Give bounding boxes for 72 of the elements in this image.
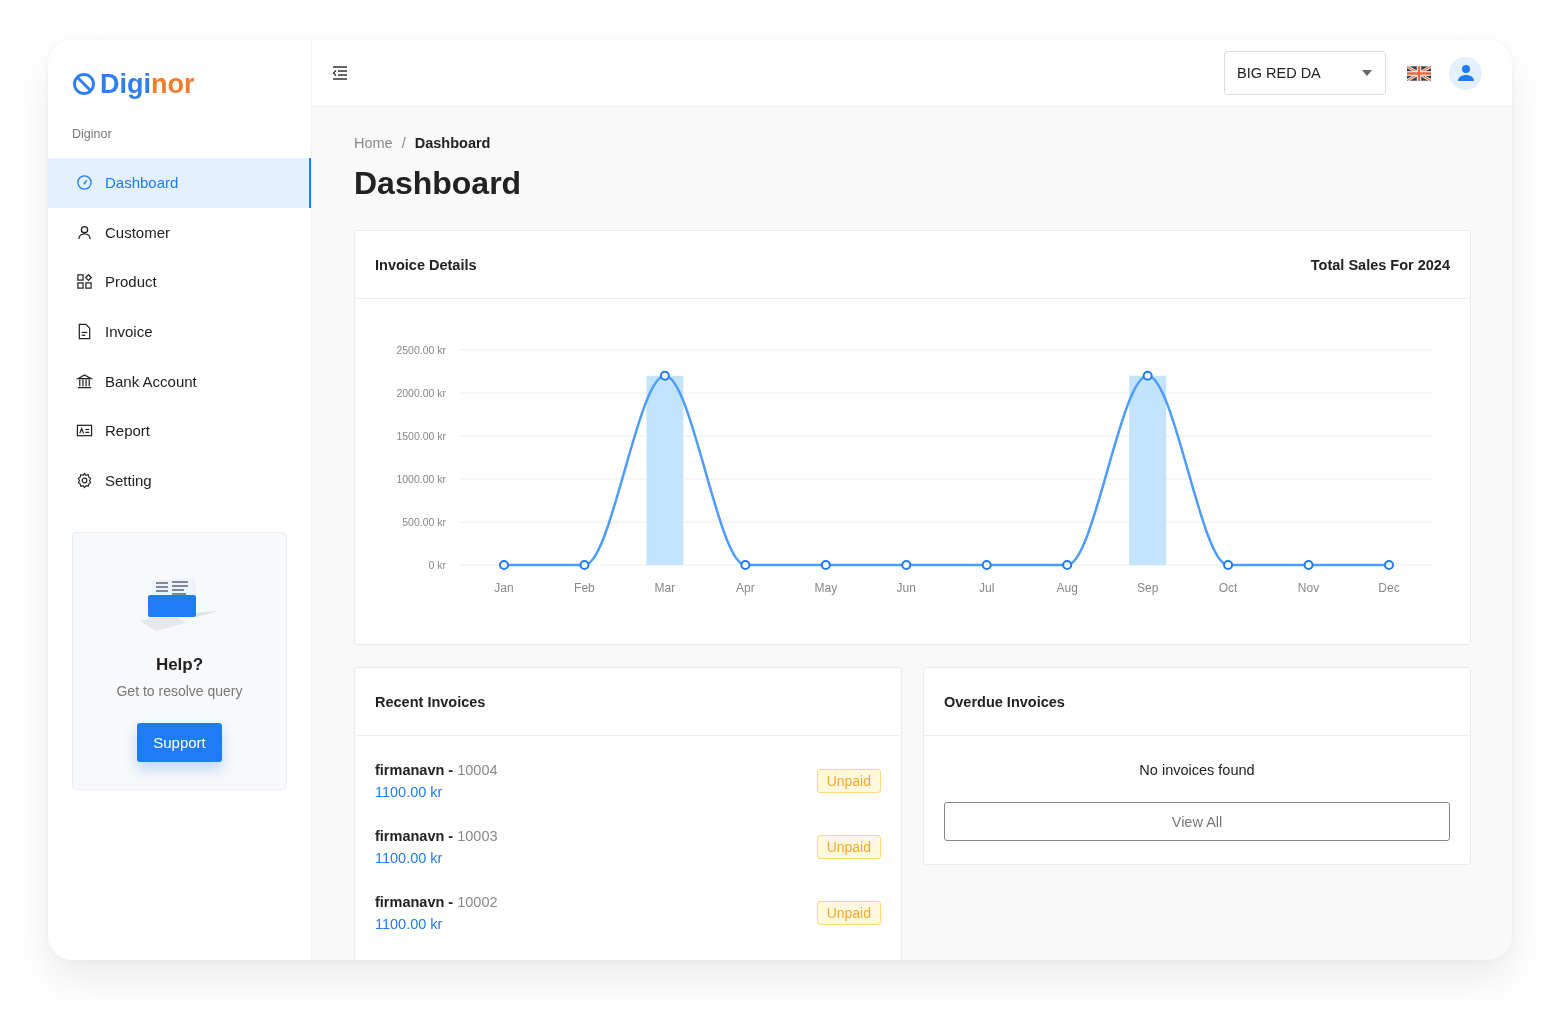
settings-icon [76,471,93,489]
sidebar-item[interactable]: Customer [48,207,311,258]
help-title: Help? [155,655,204,676]
x-tick-label: Aug [1056,581,1078,595]
breadcrumb-separator: / [401,135,406,151]
y-tick-label: 0 kr [428,558,446,571]
data-point [1062,560,1073,570]
card-title: Invoice Details [375,256,477,273]
x-tick-label: Mar [654,581,676,595]
status-badge: Unpaid [816,769,881,793]
page-title: Dashboard [354,165,523,202]
help-text: Get to resolve query [116,683,243,700]
invoice-title[interactable]: firmanavn - 10004 [375,762,498,778]
user-icon [76,223,93,241]
x-tick-label: Apr [736,581,755,595]
y-tick-label: 1000.00 kr [396,472,446,485]
x-tick-label: May [814,581,838,595]
data-point [1384,560,1394,570]
y-tick-label: 1500.00 kr [396,429,446,442]
flag-icon[interactable] [1407,65,1431,81]
card-title: Recent Invoices [375,693,486,710]
empty-message: No invoices found [1139,762,1255,778]
support-button[interactable]: Support [137,723,222,763]
section-label: Diginor [71,126,113,143]
invoice-amount: 1100.00 kr [375,850,444,866]
view-all-button[interactable]: View All [944,802,1450,841]
status-badge: Unpaid [816,835,881,859]
x-tick-label: Oct [1218,581,1238,595]
invoice-title[interactable]: firmanavn - 10002 [375,894,498,910]
logo-icon [72,72,96,96]
data-point [499,560,509,570]
sidebar-item[interactable]: Report [48,405,311,456]
data-point [1223,560,1234,570]
sidebar-item[interactable]: Product [48,257,311,307]
x-tick-label: Jul [979,581,995,595]
sidebar-item[interactable]: Setting [48,455,311,506]
sidebar-item[interactable]: Invoice [48,306,311,357]
card-subtitle: Total Sales For 2024 [1310,256,1450,273]
y-tick-label: 2000.00 kr [396,386,446,399]
breadcrumb-item[interactable]: Dashboard [414,135,491,151]
invoice-amount: 1100.00 kr [375,784,444,800]
y-tick-label: 2500.00 kr [396,343,446,356]
menu-icon[interactable] [332,66,348,80]
data-point [1142,370,1153,381]
x-tick-label: Nov [1297,581,1320,595]
x-tick-label: Jun [896,581,916,595]
data-point [1303,560,1314,570]
avatar-icon[interactable] [1449,56,1482,90]
gauge-icon [76,174,93,192]
x-tick-label: Sep [1136,581,1159,595]
x-tick-label: Jan [494,581,514,595]
sidebar-item[interactable]: Bank Account [48,356,311,406]
caret-icon [1362,70,1372,76]
bank-icon [76,372,93,390]
data-point [820,560,831,570]
x-tick-label: Dec [1378,581,1400,595]
x-tick-label: Feb [574,581,595,595]
status-badge: Unpaid [816,901,881,925]
data-point [740,560,751,570]
y-tick-label: 500.00 kr [402,515,446,528]
apps-icon [76,273,93,291]
data-point [659,370,670,381]
company-select[interactable]: BIG RED DA [1224,51,1386,95]
brand-name: Diginor [100,68,195,100]
data-point [901,560,912,570]
sidebar-item[interactable]: Dashboard [48,158,311,208]
card-title: Overdue Invoices [944,693,1065,710]
document-icon [76,323,93,341]
data-point [579,560,590,570]
invoice-title[interactable]: firmanavn - 10003 [375,828,498,844]
invoice-amount: 1100.00 kr [375,916,444,932]
data-point [981,560,992,570]
